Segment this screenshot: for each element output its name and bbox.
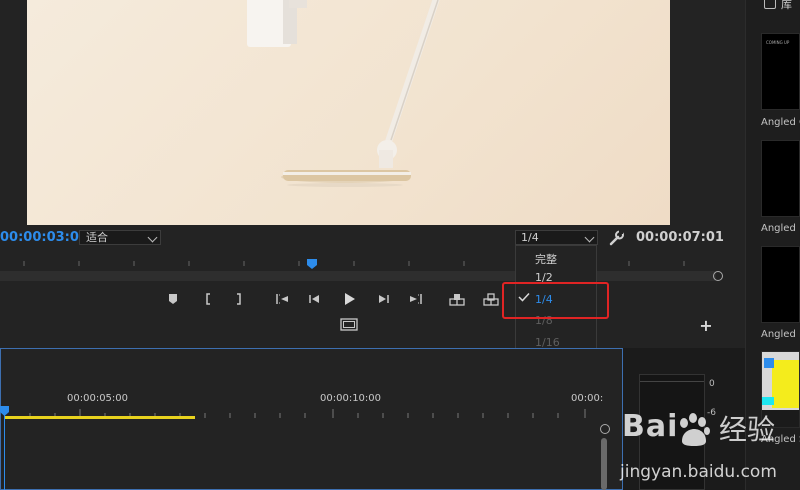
scrub-end-handle[interactable] bbox=[713, 271, 723, 281]
go-to-in-icon[interactable] bbox=[274, 291, 292, 307]
step-back-icon[interactable] bbox=[306, 291, 324, 307]
timeline-zoom-handle[interactable] bbox=[600, 424, 610, 434]
lift-icon[interactable] bbox=[448, 291, 466, 307]
meter-header bbox=[640, 375, 704, 382]
wrench-icon[interactable] bbox=[607, 230, 625, 246]
marker-icon[interactable] bbox=[164, 291, 182, 307]
fit-dropdown-label: 适合 bbox=[86, 231, 108, 244]
safe-margins-icon[interactable] bbox=[340, 318, 358, 331]
work-area-bar[interactable] bbox=[4, 416, 195, 419]
fit-dropdown[interactable]: 适合 bbox=[79, 230, 161, 245]
step-forward-icon[interactable] bbox=[374, 291, 392, 307]
library-label: 库 bbox=[781, 0, 792, 11]
resolution-option-full[interactable]: 完整 bbox=[535, 251, 557, 267]
project-item-thumbnail[interactable] bbox=[761, 246, 800, 323]
timeline-time-label: 00:00: bbox=[571, 393, 604, 404]
paw-icon bbox=[680, 413, 710, 446]
highlight-box bbox=[502, 282, 609, 319]
chevron-down-icon bbox=[147, 232, 158, 243]
video-preview bbox=[27, 0, 670, 225]
watermark-brand-cn: 经验 bbox=[719, 413, 776, 446]
timeline-time-label: 00:00:10:00 bbox=[320, 393, 382, 404]
project-item-thumbnail[interactable]: COMING UP bbox=[761, 33, 800, 110]
db-label: 0 bbox=[709, 379, 715, 389]
go-to-out-icon[interactable] bbox=[406, 291, 424, 307]
project-item-label[interactable]: Angled I bbox=[761, 223, 800, 234]
timeline-panel bbox=[0, 348, 623, 490]
mark-in-icon[interactable] bbox=[200, 291, 218, 307]
watermark-url: jingyan.baidu.com bbox=[620, 462, 777, 482]
thumbnail-caption: COMING UP bbox=[766, 40, 790, 45]
timeline-playhead[interactable] bbox=[0, 406, 10, 490]
lamp-image bbox=[247, 0, 440, 187]
project-item-thumbnail[interactable] bbox=[761, 140, 800, 217]
play-icon[interactable] bbox=[340, 291, 358, 307]
duration-timecode: 00:00:07:01 bbox=[636, 230, 724, 245]
monitor-time-ruler[interactable] bbox=[0, 256, 716, 266]
resolution-dropdown-label: 1/4 bbox=[521, 231, 539, 244]
timeline-scrollbar[interactable] bbox=[601, 438, 607, 490]
current-timecode[interactable]: 00:00:03:05 bbox=[0, 230, 88, 245]
monitor-scrub-bar[interactable] bbox=[0, 271, 716, 281]
extract-icon[interactable] bbox=[482, 291, 500, 307]
library-checkbox[interactable] bbox=[764, 0, 776, 9]
add-button[interactable]: + bbox=[698, 318, 714, 334]
project-item-label[interactable]: Angled C bbox=[761, 117, 800, 128]
timeline-time-label: 00:00:05:00 bbox=[67, 393, 129, 404]
playhead-icon[interactable] bbox=[307, 259, 317, 269]
watermark-brand: Bai bbox=[622, 409, 679, 444]
mark-out-icon[interactable] bbox=[230, 291, 248, 307]
chevron-down-icon bbox=[584, 232, 595, 243]
resolution-dropdown[interactable]: 1/4 bbox=[515, 230, 598, 245]
project-item-label[interactable]: Angled L bbox=[761, 329, 800, 340]
